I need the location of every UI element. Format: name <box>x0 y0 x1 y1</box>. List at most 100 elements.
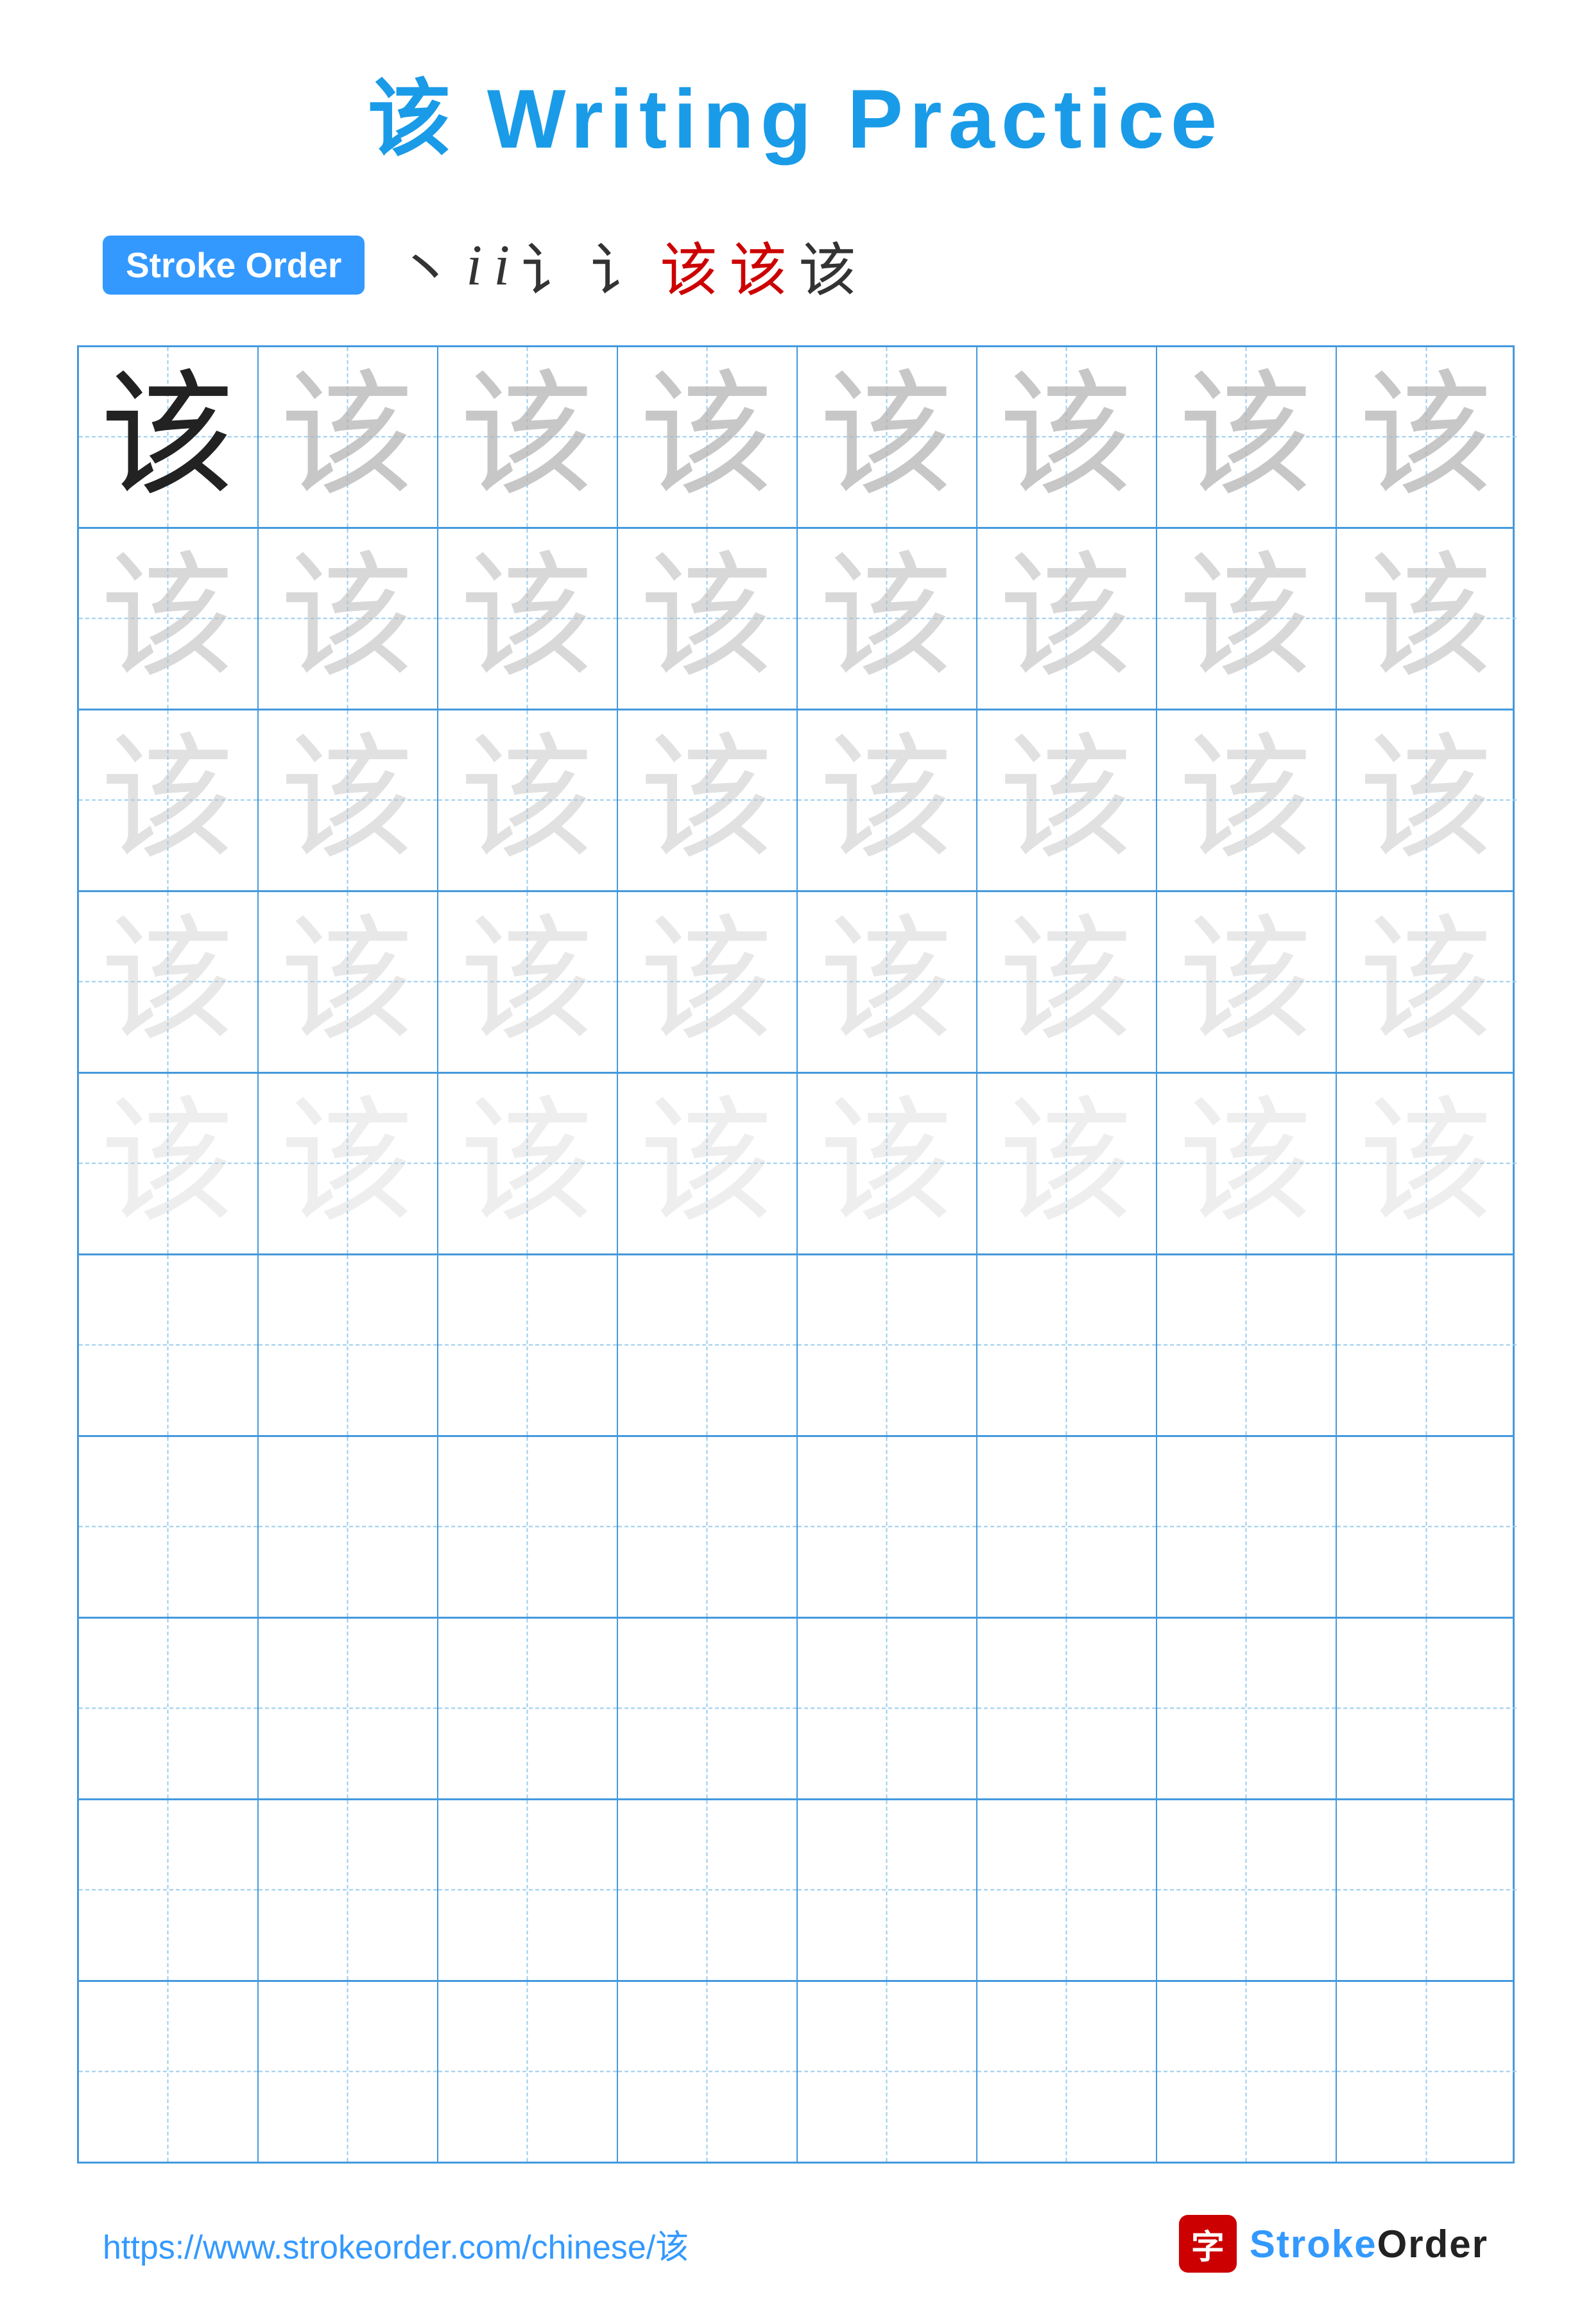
grid-cell-9-6[interactable] <box>977 1800 1157 1980</box>
grid-cell-8-2[interactable] <box>259 1619 438 1798</box>
grid-cell-2-6[interactable]: 该 <box>977 529 1157 709</box>
grid-cell-9-4[interactable] <box>618 1800 798 1980</box>
stroke-6: 该 <box>660 223 718 307</box>
grid-cell-8-4[interactable] <box>618 1619 798 1798</box>
grid-cell-6-1[interactable] <box>79 1255 259 1435</box>
grid-cell-7-2[interactable] <box>259 1437 438 1617</box>
grid-cell-6-5[interactable] <box>798 1255 977 1435</box>
grid-cell-2-1[interactable]: 该 <box>79 529 259 709</box>
stroke-8: 该 <box>798 223 856 307</box>
stroke-3: i <box>494 232 510 298</box>
grid-cell-3-1[interactable]: 该 <box>79 710 259 890</box>
grid-cell-7-7[interactable] <box>1157 1437 1337 1617</box>
grid-cell-1-6[interactable]: 该 <box>977 347 1157 527</box>
grid-cell-7-1[interactable] <box>79 1437 259 1617</box>
char-guide: 该 <box>639 551 774 686</box>
grid-cell-4-7[interactable]: 该 <box>1157 892 1337 1072</box>
grid-cell-10-3[interactable] <box>438 1982 618 2162</box>
grid-cell-3-2[interactable]: 该 <box>259 710 438 890</box>
grid-cell-1-8[interactable]: 该 <box>1337 347 1517 527</box>
grid-cell-10-7[interactable] <box>1157 1982 1337 2162</box>
grid-cell-10-8[interactable] <box>1337 1982 1517 2162</box>
grid-cell-6-7[interactable] <box>1157 1255 1337 1435</box>
grid-cell-1-2[interactable]: 该 <box>259 347 438 527</box>
grid-cell-9-8[interactable] <box>1337 1800 1517 1980</box>
grid-cell-7-8[interactable] <box>1337 1437 1517 1617</box>
grid-cell-9-2[interactable] <box>259 1800 438 1980</box>
grid-cell-8-1[interactable] <box>79 1619 259 1798</box>
char-guide: 该 <box>100 551 235 686</box>
grid-cell-3-4[interactable]: 该 <box>618 710 798 890</box>
grid-cell-5-5[interactable]: 该 <box>798 1074 977 1253</box>
grid-cell-1-7[interactable]: 该 <box>1157 347 1337 527</box>
title-character: 该 <box>368 74 458 166</box>
grid-cell-7-4[interactable] <box>618 1437 798 1617</box>
grid-cell-5-4[interactable]: 该 <box>618 1074 798 1253</box>
grid-cell-8-6[interactable] <box>977 1619 1157 1798</box>
grid-cell-4-5[interactable]: 该 <box>798 892 977 1072</box>
page: 该 Writing Practice Stroke Order 丶 i i 讠 … <box>0 0 1591 2324</box>
grid-cell-7-6[interactable] <box>977 1437 1157 1617</box>
grid-cell-4-8[interactable]: 该 <box>1337 892 1517 1072</box>
grid-cell-5-6[interactable]: 该 <box>977 1074 1157 1253</box>
grid-row-8 <box>79 1619 1513 1800</box>
char-guide: 该 <box>639 733 774 868</box>
grid-cell-10-4[interactable] <box>618 1982 798 2162</box>
char-guide: 该 <box>639 370 774 504</box>
grid-cell-8-7[interactable] <box>1157 1619 1337 1798</box>
grid-cell-10-6[interactable] <box>977 1982 1157 2162</box>
grid-cell-3-8[interactable]: 该 <box>1337 710 1517 890</box>
grid-cell-2-3[interactable]: 该 <box>438 529 618 709</box>
char-guide: 该 <box>460 551 594 686</box>
char-guide: 该 <box>100 915 235 1049</box>
grid-cell-3-6[interactable]: 该 <box>977 710 1157 890</box>
grid-cell-4-4[interactable]: 该 <box>618 892 798 1072</box>
grid-cell-7-3[interactable] <box>438 1437 618 1617</box>
grid-cell-7-5[interactable] <box>798 1437 977 1617</box>
char-guide: 该 <box>999 551 1133 686</box>
grid-cell-10-1[interactable] <box>79 1982 259 2162</box>
grid-cell-5-1[interactable]: 该 <box>79 1074 259 1253</box>
char-guide: 该 <box>1178 1096 1313 1231</box>
grid-cell-5-8[interactable]: 该 <box>1337 1074 1517 1253</box>
grid-cell-10-5[interactable] <box>798 1982 977 2162</box>
grid-cell-9-7[interactable] <box>1157 1800 1337 1980</box>
grid-cell-2-4[interactable]: 该 <box>618 529 798 709</box>
grid-cell-3-7[interactable]: 该 <box>1157 710 1337 890</box>
grid-cell-4-3[interactable]: 该 <box>438 892 618 1072</box>
grid-cell-2-7[interactable]: 该 <box>1157 529 1337 709</box>
char-guide: 该 <box>819 1096 954 1231</box>
grid-cell-4-6[interactable]: 该 <box>977 892 1157 1072</box>
grid-cell-8-5[interactable] <box>798 1619 977 1798</box>
grid-cell-9-1[interactable] <box>79 1800 259 1980</box>
grid-cell-1-4[interactable]: 该 <box>618 347 798 527</box>
grid-cell-2-2[interactable]: 该 <box>259 529 438 709</box>
grid-cell-4-1[interactable]: 该 <box>79 892 259 1072</box>
grid-cell-1-3[interactable]: 该 <box>438 347 618 527</box>
grid-cell-1-5[interactable]: 该 <box>798 347 977 527</box>
grid-cell-2-5[interactable]: 该 <box>798 529 977 709</box>
grid-cell-1-1[interactable]: 该 <box>79 347 259 527</box>
grid-cell-8-8[interactable] <box>1337 1619 1517 1798</box>
footer-url[interactable]: https://www.strokeorder.com/chinese/该 <box>103 2220 689 2268</box>
grid-row-5: 该 该 该 该 该 该 该 该 <box>79 1074 1513 1255</box>
grid-cell-5-7[interactable]: 该 <box>1157 1074 1337 1253</box>
grid-cell-6-3[interactable] <box>438 1255 618 1435</box>
grid-cell-10-2[interactable] <box>259 1982 438 2162</box>
grid-cell-4-2[interactable]: 该 <box>259 892 438 1072</box>
grid-cell-3-5[interactable]: 该 <box>798 710 977 890</box>
grid-cell-5-2[interactable]: 该 <box>259 1074 438 1253</box>
grid-cell-3-3[interactable]: 该 <box>438 710 618 890</box>
char-guide: 该 <box>1359 733 1493 868</box>
grid-cell-9-5[interactable] <box>798 1800 977 1980</box>
grid-cell-6-6[interactable] <box>977 1255 1157 1435</box>
grid-cell-5-3[interactable]: 该 <box>438 1074 618 1253</box>
grid-cell-2-8[interactable]: 该 <box>1337 529 1517 709</box>
grid-cell-8-3[interactable] <box>438 1619 618 1798</box>
grid-cell-9-3[interactable] <box>438 1800 618 1980</box>
grid-cell-6-2[interactable] <box>259 1255 438 1435</box>
char-guide: 该 <box>639 915 774 1049</box>
grid-row-10 <box>79 1982 1513 2162</box>
grid-cell-6-8[interactable] <box>1337 1255 1517 1435</box>
grid-cell-6-4[interactable] <box>618 1255 798 1435</box>
